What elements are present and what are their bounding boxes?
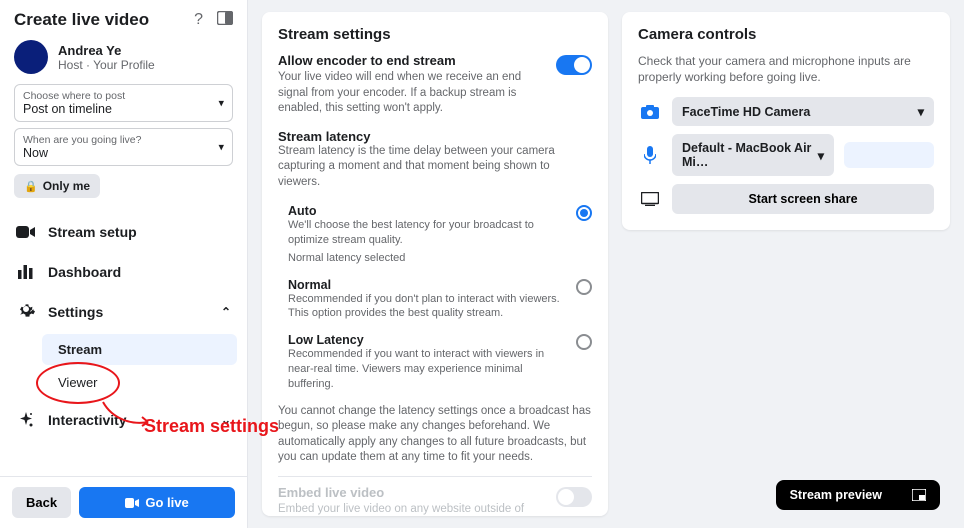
go-live-button[interactable]: Go live: [79, 487, 235, 518]
start-screen-share-button[interactable]: Start screen share: [672, 184, 934, 214]
help-icon[interactable]: ?: [194, 11, 203, 30]
stream-settings-card: Stream settings Allow encoder to end str…: [262, 12, 608, 516]
sparkle-icon: [16, 410, 36, 430]
user-name: Andrea Ye: [58, 43, 155, 58]
radio-icon: [576, 279, 592, 295]
mic-select[interactable]: Default - MacBook Air Mi… ▾: [672, 134, 834, 176]
camera-select[interactable]: FaceTime HD Camera ▾: [672, 97, 934, 126]
post-where-select[interactable]: Choose where to post Post on timeline ▾: [14, 84, 233, 122]
microphone-icon: [638, 143, 662, 167]
camera-controls-title: Camera controls: [638, 26, 934, 43]
privacy-button[interactable]: 🔒 Only me: [14, 174, 100, 198]
latency-option-auto[interactable]: Auto We'll choose the best latency for y…: [278, 198, 592, 272]
video-icon: [125, 498, 139, 508]
sidebar: Create live video ? Andrea Ye Host · You…: [0, 0, 248, 528]
sidebar-item-settings[interactable]: Settings ⌃: [0, 292, 247, 332]
sidebar-subitem-stream[interactable]: Stream: [42, 334, 237, 365]
sidebar-subitem-viewer[interactable]: Viewer: [42, 367, 237, 398]
latency-option-low[interactable]: Low Latency Recommended if you want to i…: [278, 327, 592, 398]
gear-icon: [16, 302, 36, 322]
radio-icon: [576, 334, 592, 350]
camera-controls-card: Camera controls Check that your camera a…: [622, 12, 950, 230]
latency-option-normal[interactable]: Normal Recommended if you don't plan to …: [278, 272, 592, 328]
panel-icon[interactable]: [217, 11, 233, 30]
sidebar-item-interactivity[interactable]: Interactivity ⌄: [0, 400, 247, 440]
chevron-down-icon: ▾: [218, 97, 224, 110]
chevron-down-icon: ⌄: [221, 413, 231, 427]
dashboard-icon: [16, 262, 36, 282]
chevron-down-icon: ▾: [818, 148, 824, 163]
embed-toggle: [556, 487, 592, 507]
camera-setup-icon: [16, 222, 36, 242]
when-live-select[interactable]: When are you going live? Now ▾: [14, 128, 233, 166]
camera-icon: [638, 100, 662, 124]
expand-icon: [912, 489, 926, 501]
stream-settings-title: Stream settings: [278, 26, 592, 43]
avatar: [14, 40, 48, 74]
mic-level-bar: [844, 142, 934, 168]
lock-icon: 🔒: [24, 180, 38, 193]
radio-icon: [576, 205, 592, 221]
chevron-down-icon: ▾: [218, 141, 224, 154]
back-button[interactable]: Back: [12, 487, 71, 518]
stream-preview-button[interactable]: Stream preview: [776, 480, 940, 510]
sidebar-item-stream-setup[interactable]: Stream setup: [0, 212, 247, 252]
screen-share-icon: [638, 187, 662, 211]
user-subtitle: Host · Your Profile: [58, 58, 155, 72]
user-row: Andrea Ye Host · Your Profile: [14, 40, 233, 74]
chevron-up-icon: ⌃: [221, 305, 231, 319]
chevron-down-icon: ▾: [918, 104, 924, 119]
sidebar-item-dashboard[interactable]: Dashboard: [0, 252, 247, 292]
allow-encoder-toggle[interactable]: [556, 55, 592, 75]
page-title: Create live video: [14, 10, 149, 30]
